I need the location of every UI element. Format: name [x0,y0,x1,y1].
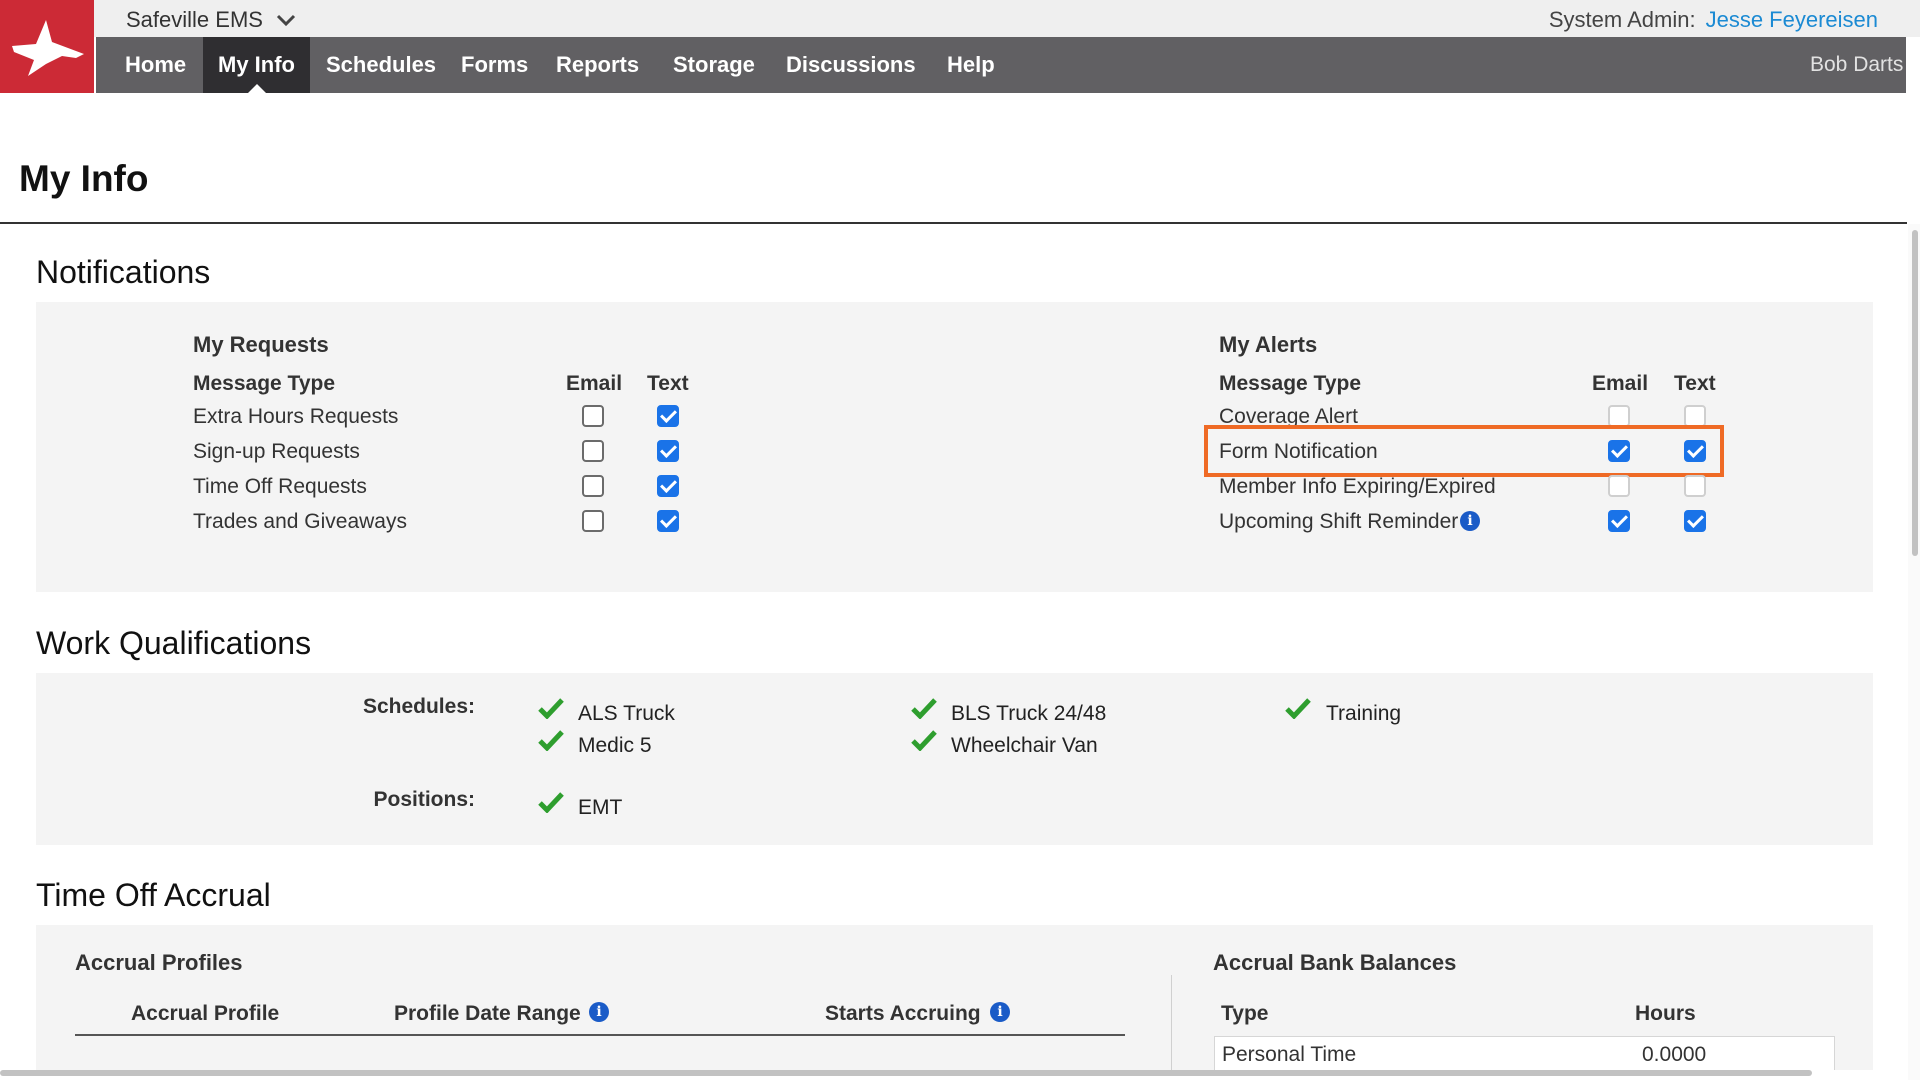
nav-my-info-label: My Info [218,52,295,77]
schedule-item: BLS Truck 24/48 [951,702,1107,725]
accrual-divider [1171,975,1172,1070]
col-balance-hours: Hours [1635,1002,1696,1025]
nav-schedules[interactable]: Schedules [312,37,450,93]
nav-reports-label: Reports [556,52,640,77]
col-profile-date-range: Profile Date Range [394,1002,581,1025]
system-admin-label: System Admin: [1548,7,1696,32]
balance-row: Personal Time 0.0000 [1214,1036,1835,1070]
time-off-text-checkbox[interactable] [657,475,679,497]
balance-type: Personal Time [1222,1043,1357,1066]
alert-label-member-info: Member Info Expiring/Expired [1219,475,1496,498]
my-alerts-col-email: Email [1592,372,1649,395]
schedules-label: Schedules: [362,695,475,718]
my-requests-col-email: Email [566,372,623,395]
date-range-info-icon[interactable]: i [589,1002,609,1022]
nav-storage-label: Storage [673,52,755,77]
trades-email-checkbox[interactable] [582,510,604,532]
request-label-trades: Trades and Giveaways [193,510,407,533]
nav-help[interactable]: Help [933,37,1009,93]
starts-accruing-info-icon[interactable]: i [990,1002,1010,1022]
horizontal-scroll-thumb[interactable] [0,1070,1812,1076]
check-icon [911,730,937,751]
accrual-balances-title: Accrual Bank Balances [1213,950,1457,975]
work-qualifications-panel [36,673,1873,845]
my-alerts-title: My Alerts [1219,332,1318,357]
system-admin: System Admin: Jesse Feyereisen [1549,7,1878,33]
current-user-label: Bob Darts [1810,53,1904,76]
system-admin-link[interactable]: Jesse Feyereisen [1706,7,1878,32]
coverage-email-checkbox [1608,405,1630,427]
vertical-scroll-thumb[interactable] [1912,230,1918,556]
nav-home-label: Home [125,52,187,77]
request-label-time-off: Time Off Requests [193,475,367,498]
page-title: My Info [19,158,149,199]
accrual-profiles-title: Accrual Profiles [75,950,243,975]
extra-hours-text-checkbox[interactable] [657,405,679,427]
my-requests-col-text: Text [647,372,689,395]
profiles-header-rule [75,1034,1125,1036]
col-accrual-profile: Accrual Profile [131,1002,280,1025]
time-off-accrual-heading: Time Off Accrual [36,877,271,913]
nav-schedules-label: Schedules [326,52,437,77]
shift-reminder-email-checkbox[interactable] [1608,510,1630,532]
positions-label: Positions: [373,788,475,811]
shift-reminder-text-checkbox[interactable] [1684,510,1706,532]
check-icon [911,698,937,719]
col-starts-accruing: Starts Accruing [825,1002,981,1025]
member-info-text-checkbox [1684,475,1706,497]
extra-hours-email-checkbox[interactable] [582,405,604,427]
my-requests-title: My Requests [193,332,329,357]
check-icon [1285,698,1311,719]
my-alerts-col-text: Text [1674,372,1716,395]
my-alerts-col-type: Message Type [1219,372,1362,395]
alert-label-shift-reminder: Upcoming Shift Reminder [1219,510,1459,533]
current-user-name[interactable]: Bob Darts [1810,37,1906,93]
time-off-email-checkbox[interactable] [582,475,604,497]
schedule-item: Wheelchair Van [951,734,1098,757]
shift-reminder-info-icon[interactable]: i [1460,511,1480,531]
notifications-heading: Notifications [36,254,211,290]
check-icon [538,730,564,751]
check-icon [538,792,564,813]
org-name: Safeville EMS [126,7,263,32]
nav-home[interactable]: Home [96,37,216,93]
member-info-email-checkbox [1608,475,1630,497]
request-label-signup: Sign-up Requests [193,440,360,463]
nav-storage[interactable]: Storage [659,37,769,93]
my-requests-col-type: Message Type [193,372,336,395]
top-bar: Safeville EMS System Admin: Jesse Feyerei… [0,0,1920,93]
nav-my-info[interactable]: My Info [203,37,310,93]
work-qualifications-heading: Work Qualifications [36,625,312,661]
chevron-down-icon [276,14,296,27]
position-item: EMT [578,796,623,819]
form-notification-email-checkbox[interactable] [1608,440,1630,462]
nav-help-label: Help [947,52,995,77]
main-nav: Home My Info Schedules Forms Reports Sto… [96,37,1906,93]
title-divider [0,222,1907,224]
alert-label-form-notification: Form Notification [1219,440,1378,463]
coverage-text-checkbox [1684,405,1706,427]
nav-forms-label: Forms [461,52,529,77]
trades-text-checkbox[interactable] [657,510,679,532]
signup-email-checkbox[interactable] [582,440,604,462]
check-icon [538,698,564,719]
org-switcher[interactable]: Safeville EMS [126,7,297,33]
balance-hours: 0.0000 [1642,1043,1707,1066]
bird-logo-icon [12,19,84,76]
app-logo[interactable] [0,0,94,93]
schedule-item: ALS Truck [578,702,675,725]
request-label-extra-hours: Extra Hours Requests [193,405,399,428]
signup-text-checkbox[interactable] [657,440,679,462]
nav-forms[interactable]: Forms [447,37,542,93]
schedule-item: Training [1326,702,1402,725]
schedule-item: Medic 5 [578,734,652,757]
nav-reports[interactable]: Reports [542,37,653,93]
col-balance-type: Type [1221,1002,1269,1025]
nav-discussions-label: Discussions [786,52,916,77]
nav-discussions[interactable]: Discussions [772,37,930,93]
form-notification-text-checkbox[interactable] [1684,440,1706,462]
